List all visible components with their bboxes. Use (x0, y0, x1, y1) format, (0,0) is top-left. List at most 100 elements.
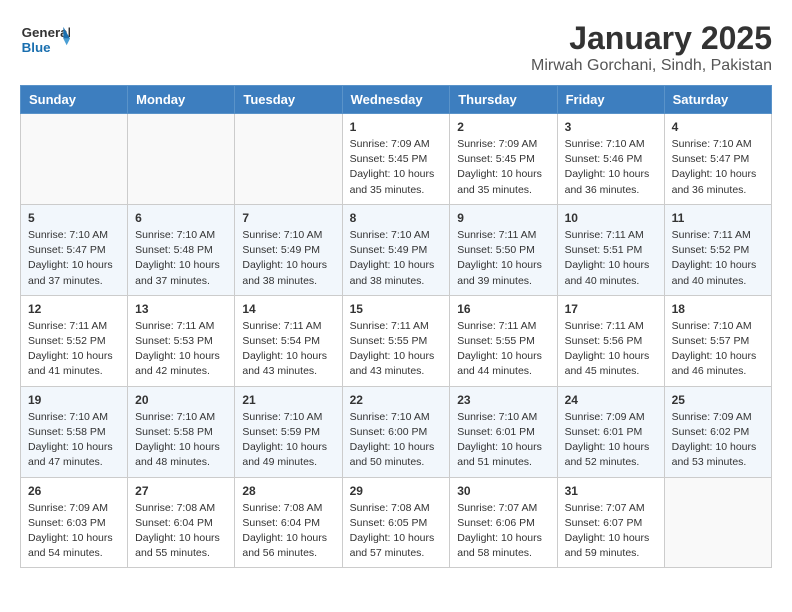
day-info: Sunrise: 7:09 AM Sunset: 5:45 PM Dayligh… (457, 137, 549, 198)
day-number: 14 (242, 302, 334, 316)
day-number: 22 (350, 393, 443, 407)
day-info: Sunrise: 7:09 AM Sunset: 6:02 PM Dayligh… (672, 410, 764, 471)
day-info: Sunrise: 7:10 AM Sunset: 6:00 PM Dayligh… (350, 410, 443, 471)
calendar-week-row: 12Sunrise: 7:11 AM Sunset: 5:52 PM Dayli… (21, 295, 772, 386)
day-number: 18 (672, 302, 764, 316)
day-number: 23 (457, 393, 549, 407)
day-number: 29 (350, 484, 443, 498)
day-number: 31 (565, 484, 657, 498)
table-row (21, 114, 128, 205)
day-info: Sunrise: 7:09 AM Sunset: 6:03 PM Dayligh… (28, 501, 120, 562)
title-section: January 2025 Mirwah Gorchani, Sindh, Pak… (531, 20, 772, 75)
logo-icon: General Blue (20, 20, 70, 58)
table-row: 9 Sunrise: 7:11 AM Sunset: 5:50 PM Daylig… (450, 204, 557, 295)
page-header: General Blue January 2025 Mirwah Gorchan… (20, 20, 772, 75)
day-info: Sunrise: 7:10 AM Sunset: 5:58 PM Dayligh… (28, 410, 120, 471)
day-number: 7 (242, 211, 334, 225)
table-row: 16 Sunrise: 7:11 AM Sunset: 5:55 PM Dayli… (450, 295, 557, 386)
day-info: Sunrise: 7:11 AM Sunset: 5:55 PM Dayligh… (350, 319, 443, 380)
day-number: 4 (672, 120, 764, 134)
day-info: Sunrise: 7:11 AM Sunset: 5:56 PM Dayligh… (565, 319, 657, 380)
day-info: Sunrise: 7:11 AM Sunset: 5:51 PM Dayligh… (565, 228, 657, 289)
table-row: 11 Sunrise: 7:11 AM Sunset: 5:52 PM Dayli… (664, 204, 771, 295)
table-row: 12Sunrise: 7:11 AM Sunset: 5:52 PM Dayli… (21, 295, 128, 386)
day-info: Sunrise: 7:08 AM Sunset: 6:04 PM Dayligh… (135, 501, 227, 562)
table-row: 28Sunrise: 7:08 AM Sunset: 6:04 PM Dayli… (235, 477, 342, 568)
day-info: Sunrise: 7:09 AM Sunset: 5:45 PM Dayligh… (350, 137, 443, 198)
day-number: 11 (672, 211, 764, 225)
day-info: Sunrise: 7:10 AM Sunset: 5:57 PM Dayligh… (672, 319, 764, 380)
calendar-week-row: 26 Sunrise: 7:09 AM Sunset: 6:03 PM Dayli… (21, 477, 772, 568)
calendar-week-row: 5 Sunrise: 7:10 AM Sunset: 5:47 PM Daylig… (21, 204, 772, 295)
day-info: Sunrise: 7:10 AM Sunset: 6:01 PM Dayligh… (457, 410, 549, 471)
day-number: 24 (565, 393, 657, 407)
day-info: Sunrise: 7:10 AM Sunset: 5:47 PM Dayligh… (28, 228, 120, 289)
day-number: 10 (565, 211, 657, 225)
day-info: Sunrise: 7:08 AM Sunset: 6:05 PM Dayligh… (350, 501, 443, 562)
day-number: 13 (135, 302, 227, 316)
day-info: Sunrise: 7:08 AM Sunset: 6:04 PM Dayligh… (242, 501, 334, 562)
header-saturday: Saturday (664, 86, 771, 114)
day-number: 12 (28, 302, 120, 316)
table-row: 15 Sunrise: 7:11 AM Sunset: 5:55 PM Dayli… (342, 295, 450, 386)
header-thursday: Thursday (450, 86, 557, 114)
table-row: 3 Sunrise: 7:10 AM Sunset: 5:46 PM Daylig… (557, 114, 664, 205)
day-number: 6 (135, 211, 227, 225)
day-number: 26 (28, 484, 120, 498)
header-wednesday: Wednesday (342, 86, 450, 114)
table-row (235, 114, 342, 205)
table-row: 22 Sunrise: 7:10 AM Sunset: 6:00 PM Dayli… (342, 386, 450, 477)
day-info: Sunrise: 7:10 AM Sunset: 5:47 PM Dayligh… (672, 137, 764, 198)
day-info: Sunrise: 7:10 AM Sunset: 5:59 PM Dayligh… (242, 410, 334, 471)
day-info: Sunrise: 7:11 AM Sunset: 5:53 PM Dayligh… (135, 319, 227, 380)
day-number: 27 (135, 484, 227, 498)
table-row: 7Sunrise: 7:10 AM Sunset: 5:49 PM Daylig… (235, 204, 342, 295)
table-row: 8 Sunrise: 7:10 AM Sunset: 5:49 PM Daylig… (342, 204, 450, 295)
day-number: 15 (350, 302, 443, 316)
day-number: 17 (565, 302, 657, 316)
day-info: Sunrise: 7:11 AM Sunset: 5:55 PM Dayligh… (457, 319, 549, 380)
day-info: Sunrise: 7:07 AM Sunset: 6:06 PM Dayligh… (457, 501, 549, 562)
table-row: 1Sunrise: 7:09 AM Sunset: 5:45 PM Daylig… (342, 114, 450, 205)
day-number: 8 (350, 211, 443, 225)
weekday-header-row: Sunday Monday Tuesday Wednesday Thursday… (21, 86, 772, 114)
day-info: Sunrise: 7:07 AM Sunset: 6:07 PM Dayligh… (565, 501, 657, 562)
table-row: 2 Sunrise: 7:09 AM Sunset: 5:45 PM Daylig… (450, 114, 557, 205)
logo: General Blue (20, 20, 70, 58)
header-friday: Friday (557, 86, 664, 114)
day-number: 5 (28, 211, 120, 225)
day-info: Sunrise: 7:11 AM Sunset: 5:50 PM Dayligh… (457, 228, 549, 289)
day-number: 2 (457, 120, 549, 134)
header-monday: Monday (128, 86, 235, 114)
table-row: 20Sunrise: 7:10 AM Sunset: 5:58 PM Dayli… (128, 386, 235, 477)
day-info: Sunrise: 7:10 AM Sunset: 5:48 PM Dayligh… (135, 228, 227, 289)
day-number: 9 (457, 211, 549, 225)
table-row: 19 Sunrise: 7:10 AM Sunset: 5:58 PM Dayli… (21, 386, 128, 477)
table-row: 4 Sunrise: 7:10 AM Sunset: 5:47 PM Daylig… (664, 114, 771, 205)
header-tuesday: Tuesday (235, 86, 342, 114)
table-row: 23 Sunrise: 7:10 AM Sunset: 6:01 PM Dayli… (450, 386, 557, 477)
day-info: Sunrise: 7:11 AM Sunset: 5:54 PM Dayligh… (242, 319, 334, 380)
table-row: 5 Sunrise: 7:10 AM Sunset: 5:47 PM Daylig… (21, 204, 128, 295)
day-number: 20 (135, 393, 227, 407)
day-info: Sunrise: 7:09 AM Sunset: 6:01 PM Dayligh… (565, 410, 657, 471)
day-info: Sunrise: 7:10 AM Sunset: 5:49 PM Dayligh… (350, 228, 443, 289)
table-row: 29 Sunrise: 7:08 AM Sunset: 6:05 PM Dayli… (342, 477, 450, 568)
day-number: 3 (565, 120, 657, 134)
day-info: Sunrise: 7:10 AM Sunset: 5:46 PM Dayligh… (565, 137, 657, 198)
day-number: 16 (457, 302, 549, 316)
day-number: 25 (672, 393, 764, 407)
svg-text:General: General (22, 25, 70, 40)
table-row: 31 Sunrise: 7:07 AM Sunset: 6:07 PM Dayli… (557, 477, 664, 568)
table-row: 14 Sunrise: 7:11 AM Sunset: 5:54 PM Dayli… (235, 295, 342, 386)
day-info: Sunrise: 7:11 AM Sunset: 5:52 PM Dayligh… (672, 228, 764, 289)
table-row: 18 Sunrise: 7:10 AM Sunset: 5:57 PM Dayli… (664, 295, 771, 386)
table-row: 24 Sunrise: 7:09 AM Sunset: 6:01 PM Dayli… (557, 386, 664, 477)
day-number: 19 (28, 393, 120, 407)
table-row: 26 Sunrise: 7:09 AM Sunset: 6:03 PM Dayli… (21, 477, 128, 568)
table-row: 21 Sunrise: 7:10 AM Sunset: 5:59 PM Dayli… (235, 386, 342, 477)
table-row: 27 Sunrise: 7:08 AM Sunset: 6:04 PM Dayli… (128, 477, 235, 568)
calendar-location: Mirwah Gorchani, Sindh, Pakistan (531, 57, 772, 75)
day-number: 21 (242, 393, 334, 407)
header-sunday: Sunday (21, 86, 128, 114)
